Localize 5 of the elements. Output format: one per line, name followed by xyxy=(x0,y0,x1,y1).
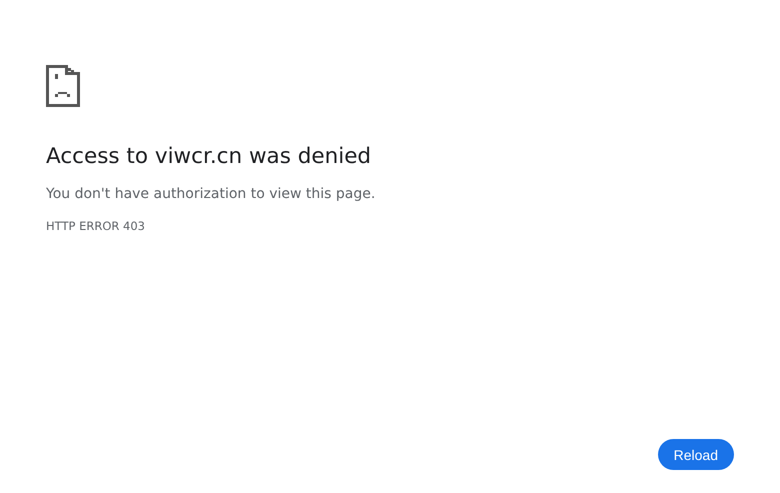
error-code: HTTP ERROR 403 xyxy=(46,218,145,234)
reload-button[interactable]: Reload xyxy=(658,439,734,470)
sad-document-icon xyxy=(46,65,80,107)
error-title: Access to viwcr.cn was denied xyxy=(46,143,372,170)
error-message: You don't have authorization to view this page. xyxy=(46,185,376,204)
